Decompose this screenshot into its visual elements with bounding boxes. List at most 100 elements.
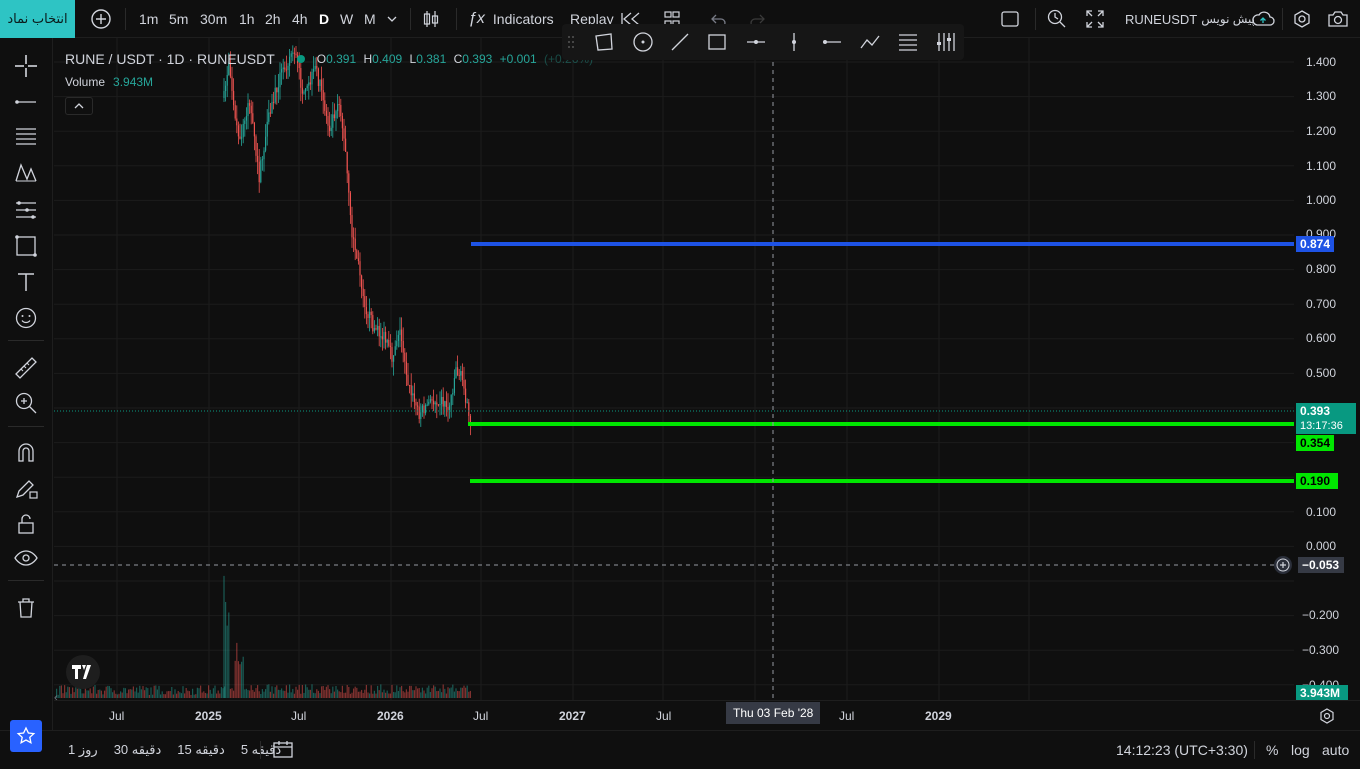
zoom-tool[interactable] <box>12 389 40 417</box>
quick-search-button[interactable] <box>1046 0 1068 38</box>
price-axis[interactable]: 1.400 1.300 1.200 1.100 1.000 0.900 0.80… <box>1294 38 1360 700</box>
circle-tool[interactable] <box>629 28 657 56</box>
volume-bar <box>91 693 93 698</box>
candle-body <box>412 393 414 396</box>
indicators-button[interactable]: ƒx Indicators <box>468 0 554 38</box>
last-price-tag: 0.393 13:17:36 <box>1296 403 1356 434</box>
volume-bar <box>188 691 190 698</box>
vertical-line-tool[interactable] <box>780 28 808 56</box>
settings-button[interactable] <box>1292 0 1312 38</box>
price-tick: 0.800 <box>1306 262 1337 276</box>
volume-bar <box>348 687 350 698</box>
shapes-tool[interactable] <box>12 232 40 260</box>
interval-4h[interactable]: 4h <box>292 0 308 38</box>
volume-bar <box>250 685 252 698</box>
path-tool[interactable] <box>856 28 884 56</box>
measure-tool[interactable] <box>12 354 40 382</box>
range-30m[interactable]: دقیقه 30 <box>114 742 162 758</box>
interval-m[interactable]: M <box>364 0 376 38</box>
polygon-tool[interactable] <box>590 28 618 56</box>
interval-w[interactable]: W <box>340 0 353 38</box>
interval-1m[interactable]: 1m <box>139 0 158 38</box>
pattern-tool[interactable] <box>12 159 40 187</box>
interval-30m[interactable]: 30m <box>200 0 227 38</box>
volume-bar <box>80 688 82 698</box>
interval-2h[interactable]: 2h <box>265 0 281 38</box>
chart-type-button[interactable] <box>420 0 442 38</box>
add-symbol-button[interactable] <box>90 0 112 38</box>
volume-bar <box>229 688 231 698</box>
volume-bar <box>177 690 179 698</box>
clock[interactable]: 14:12:23 (UTC+3:30) <box>1116 731 1248 769</box>
volume-bar <box>184 693 186 698</box>
time-axis[interactable]: Jul 2025 Jul 2026 Jul 2027 Jul Thu 03 Fe… <box>54 700 1360 730</box>
horizontal-ray-tool[interactable] <box>742 28 770 56</box>
eye-icon <box>14 550 38 566</box>
volume-bar <box>67 686 69 698</box>
candle-body <box>463 380 465 389</box>
last-price-value: 0.393 <box>1300 404 1331 418</box>
candle-body <box>265 136 267 151</box>
cloud-icon <box>1252 11 1275 26</box>
fib-channel-tool[interactable] <box>894 28 922 56</box>
add-alert-button[interactable] <box>1274 556 1292 574</box>
log-scale-toggle[interactable]: log <box>1291 731 1310 769</box>
remove-drawings-tool[interactable] <box>12 594 40 622</box>
fib-tool[interactable] <box>12 123 40 151</box>
drag-handle[interactable] <box>564 28 578 56</box>
forecast-tool[interactable] <box>12 196 40 224</box>
symbol-search-button[interactable]: انتخاب نماد <box>0 0 75 38</box>
interval-1h[interactable]: 1h <box>239 0 255 38</box>
trendline-tool[interactable] <box>666 28 694 56</box>
tradingview-logo[interactable] <box>66 655 100 689</box>
interval-5m[interactable]: 5m <box>169 0 188 38</box>
lock-drawings-tool[interactable] <box>12 510 40 538</box>
crosshair-tool[interactable] <box>12 52 40 80</box>
favorites-button[interactable] <box>10 720 42 752</box>
indicators-label: Indicators <box>492 11 554 27</box>
goto-date-button[interactable] <box>272 739 294 759</box>
cloud-save-button[interactable] <box>1250 0 1276 38</box>
volume-bar <box>412 690 414 698</box>
hide-drawings-tool[interactable] <box>12 544 40 572</box>
chart-pane[interactable]: ‹ <box>54 38 1294 700</box>
volume-bar <box>70 693 72 698</box>
candle-body <box>421 405 423 413</box>
interval-d[interactable]: D <box>319 0 329 38</box>
auto-scale-toggle[interactable]: auto <box>1322 731 1349 769</box>
text-tool[interactable] <box>12 268 40 296</box>
range-1d[interactable]: روز 1 <box>68 742 98 758</box>
percent-scale-toggle[interactable]: % <box>1266 731 1278 769</box>
scroll-left-arrow[interactable]: ‹ <box>54 692 58 700</box>
rectangle-tool[interactable] <box>703 28 731 56</box>
stay-in-drawing-mode-tool[interactable] <box>12 474 40 502</box>
date-range-group: روز 1 دقیقه 30 دقیقه 15 دقیقه 5 <box>68 731 281 769</box>
volume-bar <box>325 686 327 698</box>
fullscreen-button[interactable] <box>1085 0 1105 38</box>
candle-body <box>394 346 396 356</box>
price-chart[interactable] <box>54 38 1294 700</box>
symbol-title[interactable]: RUNE / USDT · 1D · RUNEUSDT <box>65 51 275 67</box>
chart-name[interactable]: RUNEUSDT پیش نویس <box>1125 0 1255 38</box>
emoji-tool[interactable] <box>12 304 40 332</box>
volume-bar <box>115 693 117 698</box>
candle-body <box>442 396 444 407</box>
snapshot-button[interactable] <box>1327 0 1349 38</box>
magnet-tool[interactable] <box>12 438 40 466</box>
horizontal-line-tool[interactable] <box>818 28 846 56</box>
settings-tool[interactable] <box>932 28 960 56</box>
interval-dropdown[interactable] <box>386 0 398 38</box>
volume-bar <box>99 689 101 698</box>
volume-bar <box>439 688 441 698</box>
fullscreen-toggle-button[interactable] <box>1000 0 1020 38</box>
trend-line-tool[interactable] <box>12 88 40 116</box>
volume-bar <box>152 694 154 698</box>
collapse-legend-button[interactable] <box>65 97 93 115</box>
chart-settings-button[interactable] <box>1318 707 1336 725</box>
draft-label: پیش نویس <box>1201 12 1256 26</box>
range-15m[interactable]: دقیقه 15 <box>177 742 225 758</box>
volume-bar <box>362 692 364 698</box>
candles-icon <box>423 11 439 27</box>
time-tick: 2026 <box>377 709 404 723</box>
candle-body <box>245 116 247 121</box>
